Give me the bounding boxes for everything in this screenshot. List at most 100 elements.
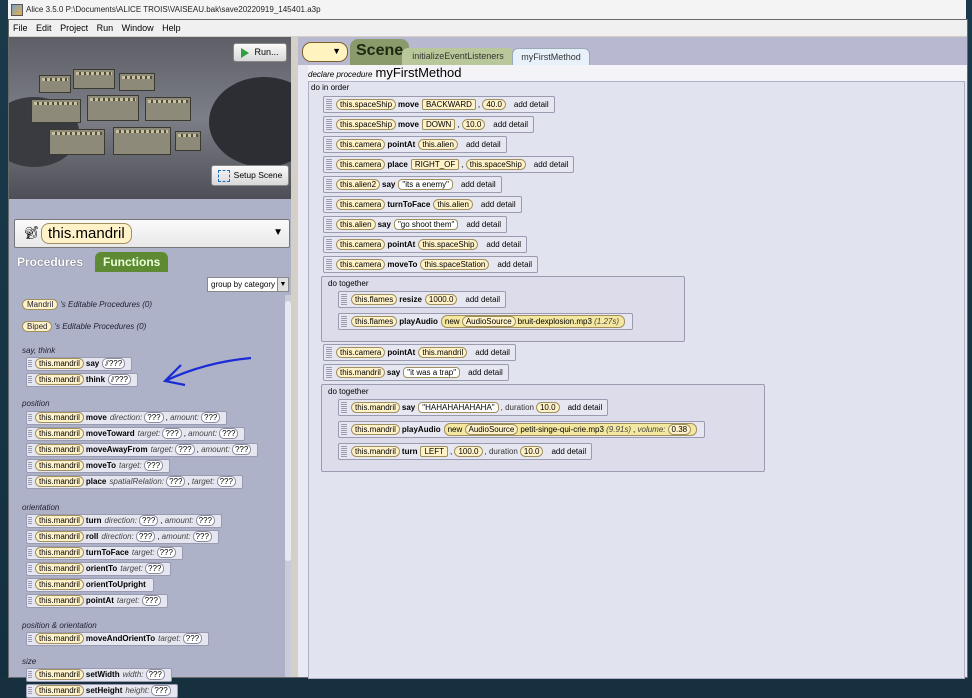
string-value[interactable]: "go shoot them" [393,219,459,230]
statement[interactable]: this.camera place RIGHT_OF, this.spaceShip… [323,156,575,173]
tab-scene[interactable]: Scene [350,39,410,65]
procedure-move-to[interactable]: this.mandril moveTo target:??? [26,459,171,473]
procedure-move-toward[interactable]: this.mandril moveToward target:???, amount… [26,427,246,441]
new-audio-source[interactable]: new AudioSource bruit-dexplosion.mp3 (1.2… [440,315,626,328]
run-button[interactable]: Run... [233,43,287,62]
tab-functions[interactable]: Functions [95,252,169,272]
station-module [73,69,115,89]
do-together-block[interactable]: do together this.flames resize 1000.0 add d… [321,276,685,342]
statement[interactable]: this.camera moveTo this.spaceStation add de… [323,256,539,273]
editable-procedures-mandril[interactable]: Mandril's Editable Procedures (0) [22,299,152,310]
duration-value[interactable]: 10.0 [535,402,560,413]
panel-splitter[interactable] [291,37,298,677]
menu-file[interactable]: File [13,23,28,33]
procedure-move-away-from[interactable]: this.mandril moveAwayFrom target:???, amou… [26,443,259,457]
enum-value[interactable]: DOWN [421,119,456,130]
do-together-label: do together [328,387,369,396]
target-value[interactable]: this.spaceShip [418,239,479,250]
string-value[interactable]: "its a enemy" [398,179,453,190]
number-value[interactable]: 40.0 [482,99,506,110]
procedure-think[interactable]: this.mandril think ⫽??? [26,373,138,387]
enum-value[interactable]: BACKWARD [421,99,476,110]
volume-value[interactable]: 0.38 [667,424,692,435]
add-detail-button[interactable]: add detail [466,140,501,149]
menu-run[interactable]: Run [97,23,114,33]
param-label: target: [150,445,174,454]
procedure-roll[interactable]: this.mandril roll direction:???, amount:??… [26,530,219,544]
add-detail-button[interactable]: add detail [534,160,569,169]
do-together-block[interactable]: do together this.mandril say "HAHAHAHAHAHA… [321,384,765,472]
statement[interactable]: this.camera pointAt this.mandril add detail [323,344,516,361]
scene-type-button[interactable]: ▼ [302,42,348,62]
procedure-point-at[interactable]: this.mandril pointAt target:??? [26,594,168,608]
param-slot: ??? [162,428,182,439]
statement[interactable]: this.flames playAudio new AudioSource bruit… [338,313,634,330]
target-value[interactable]: this.spaceStation [420,259,490,270]
target-value[interactable]: this.alien [433,199,473,210]
procedure-move-and-orient-to[interactable]: this.mandril moveAndOrientTo target:??? [26,632,210,646]
procedure-set-height[interactable]: this.mandril setHeight height:??? [26,684,178,698]
statement[interactable]: this.camera pointAt this.spaceShip add deta… [323,236,528,253]
tab-my-first-method[interactable]: myFirstMethod [512,48,590,66]
statement[interactable]: this.mandril turn LEFT, 100.0, duration 10.… [338,443,593,460]
number-value[interactable]: 1000.0 [424,294,458,305]
statement[interactable]: this.spaceShip move DOWN, 10.0 add detail [323,116,534,133]
add-detail-button[interactable]: add detail [468,368,503,377]
enum-value[interactable]: RIGHT_OF [410,159,460,170]
object-selector[interactable]: 🐒︎ this.mandril ▼ [14,219,290,248]
statement[interactable]: this.alien2 say "its a enemy" add detail [323,176,502,193]
add-detail-button[interactable]: add detail [568,403,603,412]
statement[interactable]: this.flames resize 1000.0 add detail [338,291,507,308]
string-value[interactable]: "it was a trap" [403,367,461,378]
procedure-set-width[interactable]: this.mandril setWidth width:??? [26,668,172,682]
statement[interactable]: this.camera turnToFace this.alien add detai… [323,196,522,213]
setup-scene-button[interactable]: Setup Scene [211,165,289,186]
target-value[interactable]: this.mandril [418,347,468,358]
number-value[interactable]: 100.0 [454,446,483,457]
statement[interactable]: this.mandril playAudio new AudioSource peti… [338,421,706,438]
procedure-orient-to[interactable]: this.mandril orientTo target:??? [26,562,172,576]
procedure-orient-to-upright[interactable]: this.mandril orientToUpright [26,578,154,592]
add-detail-button[interactable]: add detail [475,348,510,357]
add-detail-button[interactable]: add detail [497,260,532,269]
add-detail-button[interactable]: add detail [486,240,521,249]
duration-value[interactable]: 10.0 [519,446,544,457]
volume-label: volume: [637,425,666,434]
method-name: place [85,477,107,486]
procedure-turn[interactable]: this.mandril turn direction:???, amount:??… [26,514,223,528]
statement[interactable]: this.alien say "go shoot them" add detail [323,216,508,233]
statement[interactable]: this.mandril say "HAHAHAHAHAHA", duration 1… [338,399,609,416]
procedure-turn-to-face[interactable]: this.mandril turnToFace target:??? [26,546,183,560]
menu-project[interactable]: Project [60,23,88,33]
statement[interactable]: this.camera pointAt this.alien add detail [323,136,507,153]
tab-procedures[interactable]: Procedures [9,252,92,272]
scene-preview[interactable]: Run... Setup Scene [9,37,291,199]
procedure-place[interactable]: this.mandril place spatialRelation:???, ta… [26,475,243,489]
menu-window[interactable]: Window [122,23,154,33]
add-detail-button[interactable]: add detail [481,200,516,209]
param-label: target: [191,477,215,486]
add-detail-button[interactable]: add detail [465,295,500,304]
add-detail-button[interactable]: add detail [493,120,528,129]
statement[interactable]: this.mandril say "it was a trap" add detail [323,364,509,381]
add-detail-button[interactable]: add detail [461,180,496,189]
add-detail-button[interactable]: add detail [466,220,501,229]
enum-value[interactable]: LEFT [420,446,449,457]
menu-help[interactable]: Help [162,23,181,33]
number-value[interactable]: 10.0 [461,119,486,130]
menu-edit[interactable]: Edit [36,23,52,33]
object-tile: this.mandril [35,460,84,471]
target-value[interactable]: this.spaceShip [465,159,526,170]
string-value[interactable]: "HAHAHAHAHAHA" [418,402,499,413]
procedure-say[interactable]: this.mandril say ⫽??? [26,357,133,371]
add-detail-button[interactable]: add detail [514,100,549,109]
tab-initialize-event-listeners[interactable]: initializeEventListeners [402,48,514,65]
new-audio-source[interactable]: new AudioSource petit-singe-qui-crie.mp3 … [443,423,698,436]
procedure-move[interactable]: this.mandril move direction:???, amount:??… [26,411,228,425]
editable-procedures-biped[interactable]: Biped's Editable Procedures (0) [22,321,146,332]
target-value[interactable]: this.alien [418,139,458,150]
statement[interactable]: this.spaceShip move BACKWARD, 40.0 add deta… [323,96,555,113]
group-by-select[interactable]: group by category ▼ [207,277,289,292]
add-detail-button[interactable]: add detail [551,447,586,456]
do-in-order-block[interactable]: do in order this.spaceShip move BACKWARD, … [308,81,965,679]
